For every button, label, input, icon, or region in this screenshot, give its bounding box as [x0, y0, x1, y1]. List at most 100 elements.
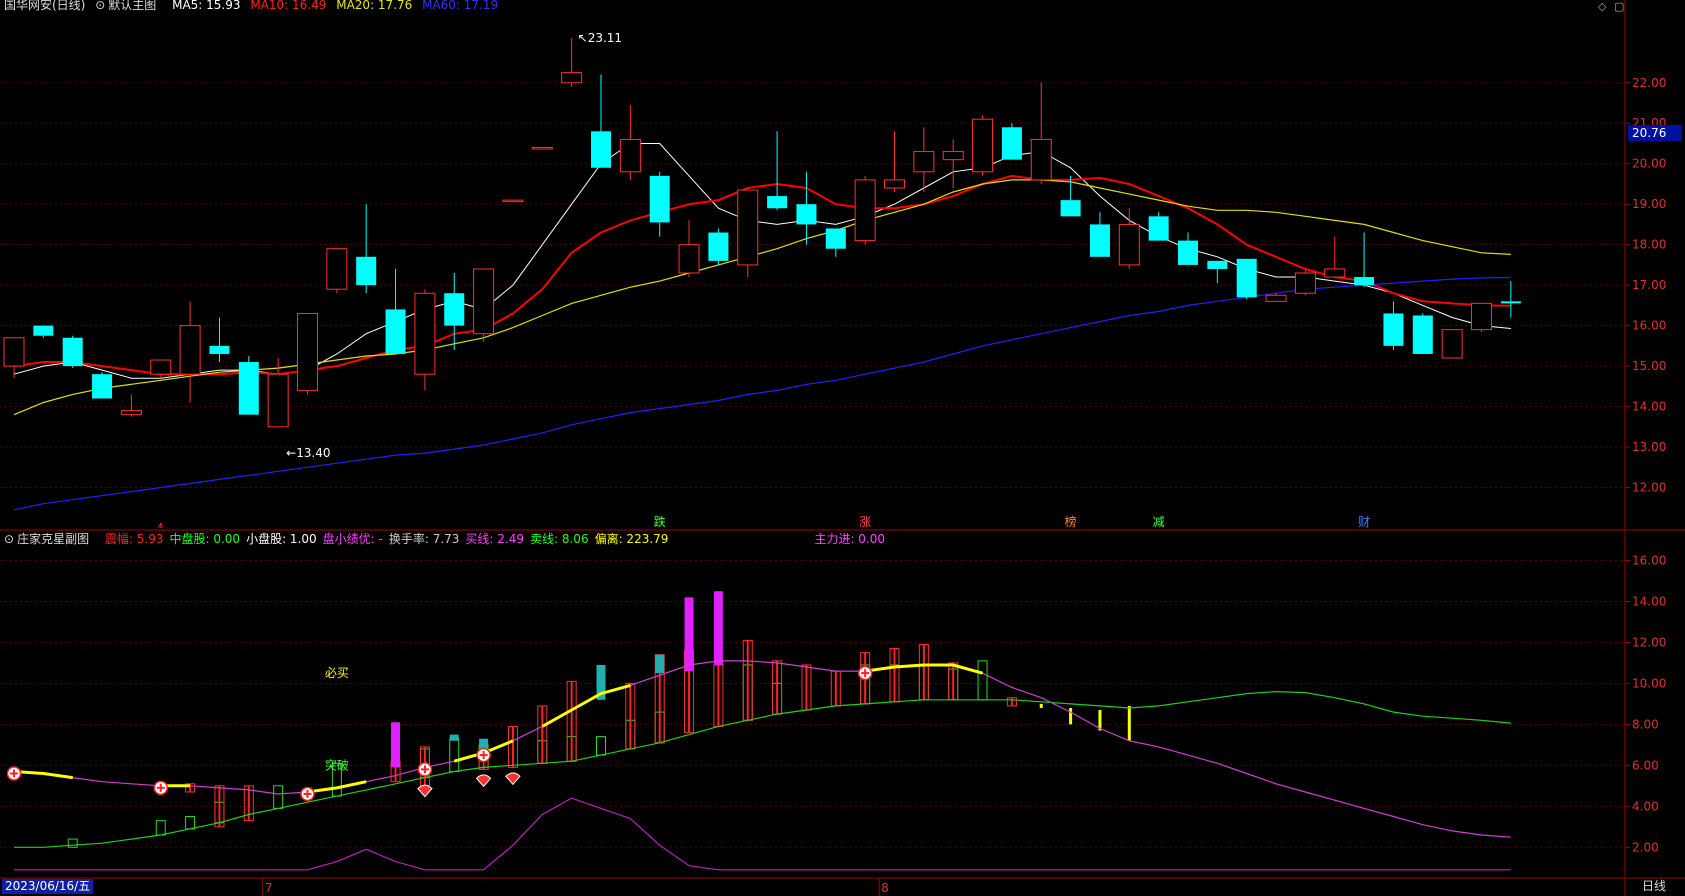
sub-chart-title[interactable]: ⊙ 庄家克星副图 [4, 532, 95, 546]
candle-body-up [1118, 223, 1140, 266]
period-tab[interactable]: 日线 [1642, 879, 1666, 894]
x-tick-label: 8 [881, 881, 889, 895]
candle-body-up [561, 72, 583, 84]
candle-body-down [825, 228, 846, 249]
template-selector[interactable]: ⊙ 默认主图 [95, 0, 162, 12]
y-tick-label: 22.00 [1632, 76, 1666, 90]
stock-title[interactable]: 国华网安(日线) [4, 0, 85, 12]
dropdown-icon[interactable]: ⊙ [4, 532, 14, 546]
event-marker: 榜 [1065, 514, 1077, 529]
y-tick-label: 2.00 [1632, 840, 1659, 854]
candle-body-up [1441, 329, 1463, 359]
green-bar [185, 816, 196, 830]
y-tick-label: 14.00 [1632, 594, 1666, 608]
y-tick-label: 13.00 [1632, 440, 1666, 454]
candle-body-down [1148, 216, 1169, 241]
green-bar [155, 820, 166, 836]
buy-line-highlight [13, 770, 73, 780]
candle-body-up [326, 248, 348, 290]
green-bar [596, 736, 606, 756]
chart-canvas[interactable]: 12.00 13.00 14.00 15.00 16.00 17.00 18.00 19.00… [0, 0, 1685, 896]
main-chart-header: 国华网安(日线) ⊙ 默认主图 MA5: 15.93 MA10: 16.49 MA… [4, 0, 504, 12]
current-price-label: 20.76 [1632, 126, 1666, 140]
sell-line [14, 690, 1511, 848]
low-price-annotation: ←13.40 [286, 446, 330, 460]
magenta-bar [684, 597, 694, 672]
window-icon[interactable]: ▢ [1614, 0, 1624, 13]
candle-body-up [737, 189, 759, 266]
sub-indicator-value: 主力进: 0.00 [814, 532, 886, 546]
candle-body-down [92, 374, 113, 399]
high-price-annotation: ↖23.11 [578, 31, 622, 45]
candle-body-up [1030, 138, 1052, 181]
event-marker: 跌 [654, 514, 666, 529]
y-tick-label: 8.00 [1632, 717, 1659, 731]
y-tick-label: 20.00 [1632, 157, 1666, 171]
candle-body-up [1471, 302, 1492, 331]
candle-body-down [33, 325, 54, 336]
candle-body-down [1207, 260, 1228, 269]
y-tick-label: 17.00 [1632, 278, 1666, 292]
candle-body-down [591, 131, 611, 168]
event-marker: 减 [1153, 515, 1165, 529]
candle-body-up [150, 359, 172, 375]
candle-body-down [209, 345, 230, 354]
sub-chart-header: ⊙ 庄家克星副图 震幅: 5.93 中盘股: 0.00 小盘股: 1.00 盘小绩优: … [4, 532, 891, 546]
candle-body-down [1089, 224, 1110, 257]
signal-wifi-icon [505, 772, 521, 786]
signal-wifi-icon [475, 774, 492, 788]
main-in-line [14, 797, 1511, 871]
y-tick-label: 15.00 [1632, 359, 1666, 373]
candle-body-down [238, 362, 259, 415]
buy-line-highlight [541, 683, 631, 728]
cyan-bar [449, 734, 459, 741]
candle-body-up [972, 118, 994, 173]
buy-line-highlight [307, 780, 367, 794]
buy-line [13, 660, 1511, 838]
y-tick-label: 12.00 [1632, 481, 1666, 495]
candle-body-up [120, 410, 142, 416]
candle-body-down [1001, 127, 1022, 160]
candle-body-up [267, 373, 289, 428]
candle-body-up [1324, 268, 1346, 278]
sub-indicator-value: 震幅: 5.93 [104, 532, 164, 546]
candle-body-down [385, 309, 406, 354]
y-tick-label: 6.00 [1632, 758, 1659, 772]
ma60-label: MA60: 17.19 [422, 0, 499, 12]
ma5-label: MA5: 15.93 [172, 0, 241, 12]
candle-body-down [649, 175, 670, 223]
candle-body-up [1294, 272, 1316, 294]
green-bar [273, 785, 284, 809]
series-line-ma10 [13, 174, 1511, 376]
candle-body-up [942, 151, 964, 161]
y-tick-label: 16.00 [1632, 553, 1666, 567]
candle-body-down [1060, 200, 1081, 217]
dropdown-icon[interactable]: ⊙ [95, 0, 105, 12]
y-tick-label: 10.00 [1632, 676, 1666, 690]
y-tick-label: 18.00 [1632, 238, 1666, 252]
series-line-ma60 [13, 276, 1511, 511]
candle-body-down [1354, 277, 1375, 286]
green-bar [977, 660, 988, 701]
candle-body-down [796, 204, 817, 225]
diamond-icon[interactable]: ◇ [1598, 0, 1606, 13]
event-marker: 涨 [859, 514, 871, 529]
current-date: 2023/06/16/五 [2, 879, 94, 894]
candle-body-down [62, 337, 83, 367]
sub-indicator-value: 卖线: 8.06 [530, 532, 589, 546]
candle-body-down [708, 232, 729, 261]
candle-body-down [1178, 240, 1198, 265]
candle-body-down [356, 256, 377, 286]
candle-body-up [297, 312, 318, 391]
y-tick-label: 12.00 [1632, 635, 1666, 649]
up-arrow-icon: ⩚ [158, 520, 164, 531]
candle-body-up [913, 151, 935, 173]
y-tick-label: 4.00 [1632, 799, 1659, 813]
candle-body-down [1383, 313, 1404, 346]
y-tick-label: 19.00 [1632, 197, 1666, 211]
signal-label: 必买 [325, 666, 349, 680]
y-tick-label: 16.00 [1632, 319, 1666, 333]
event-marker: 财 [1358, 515, 1370, 529]
candle-body-up [179, 325, 201, 375]
green-bar [67, 838, 78, 848]
